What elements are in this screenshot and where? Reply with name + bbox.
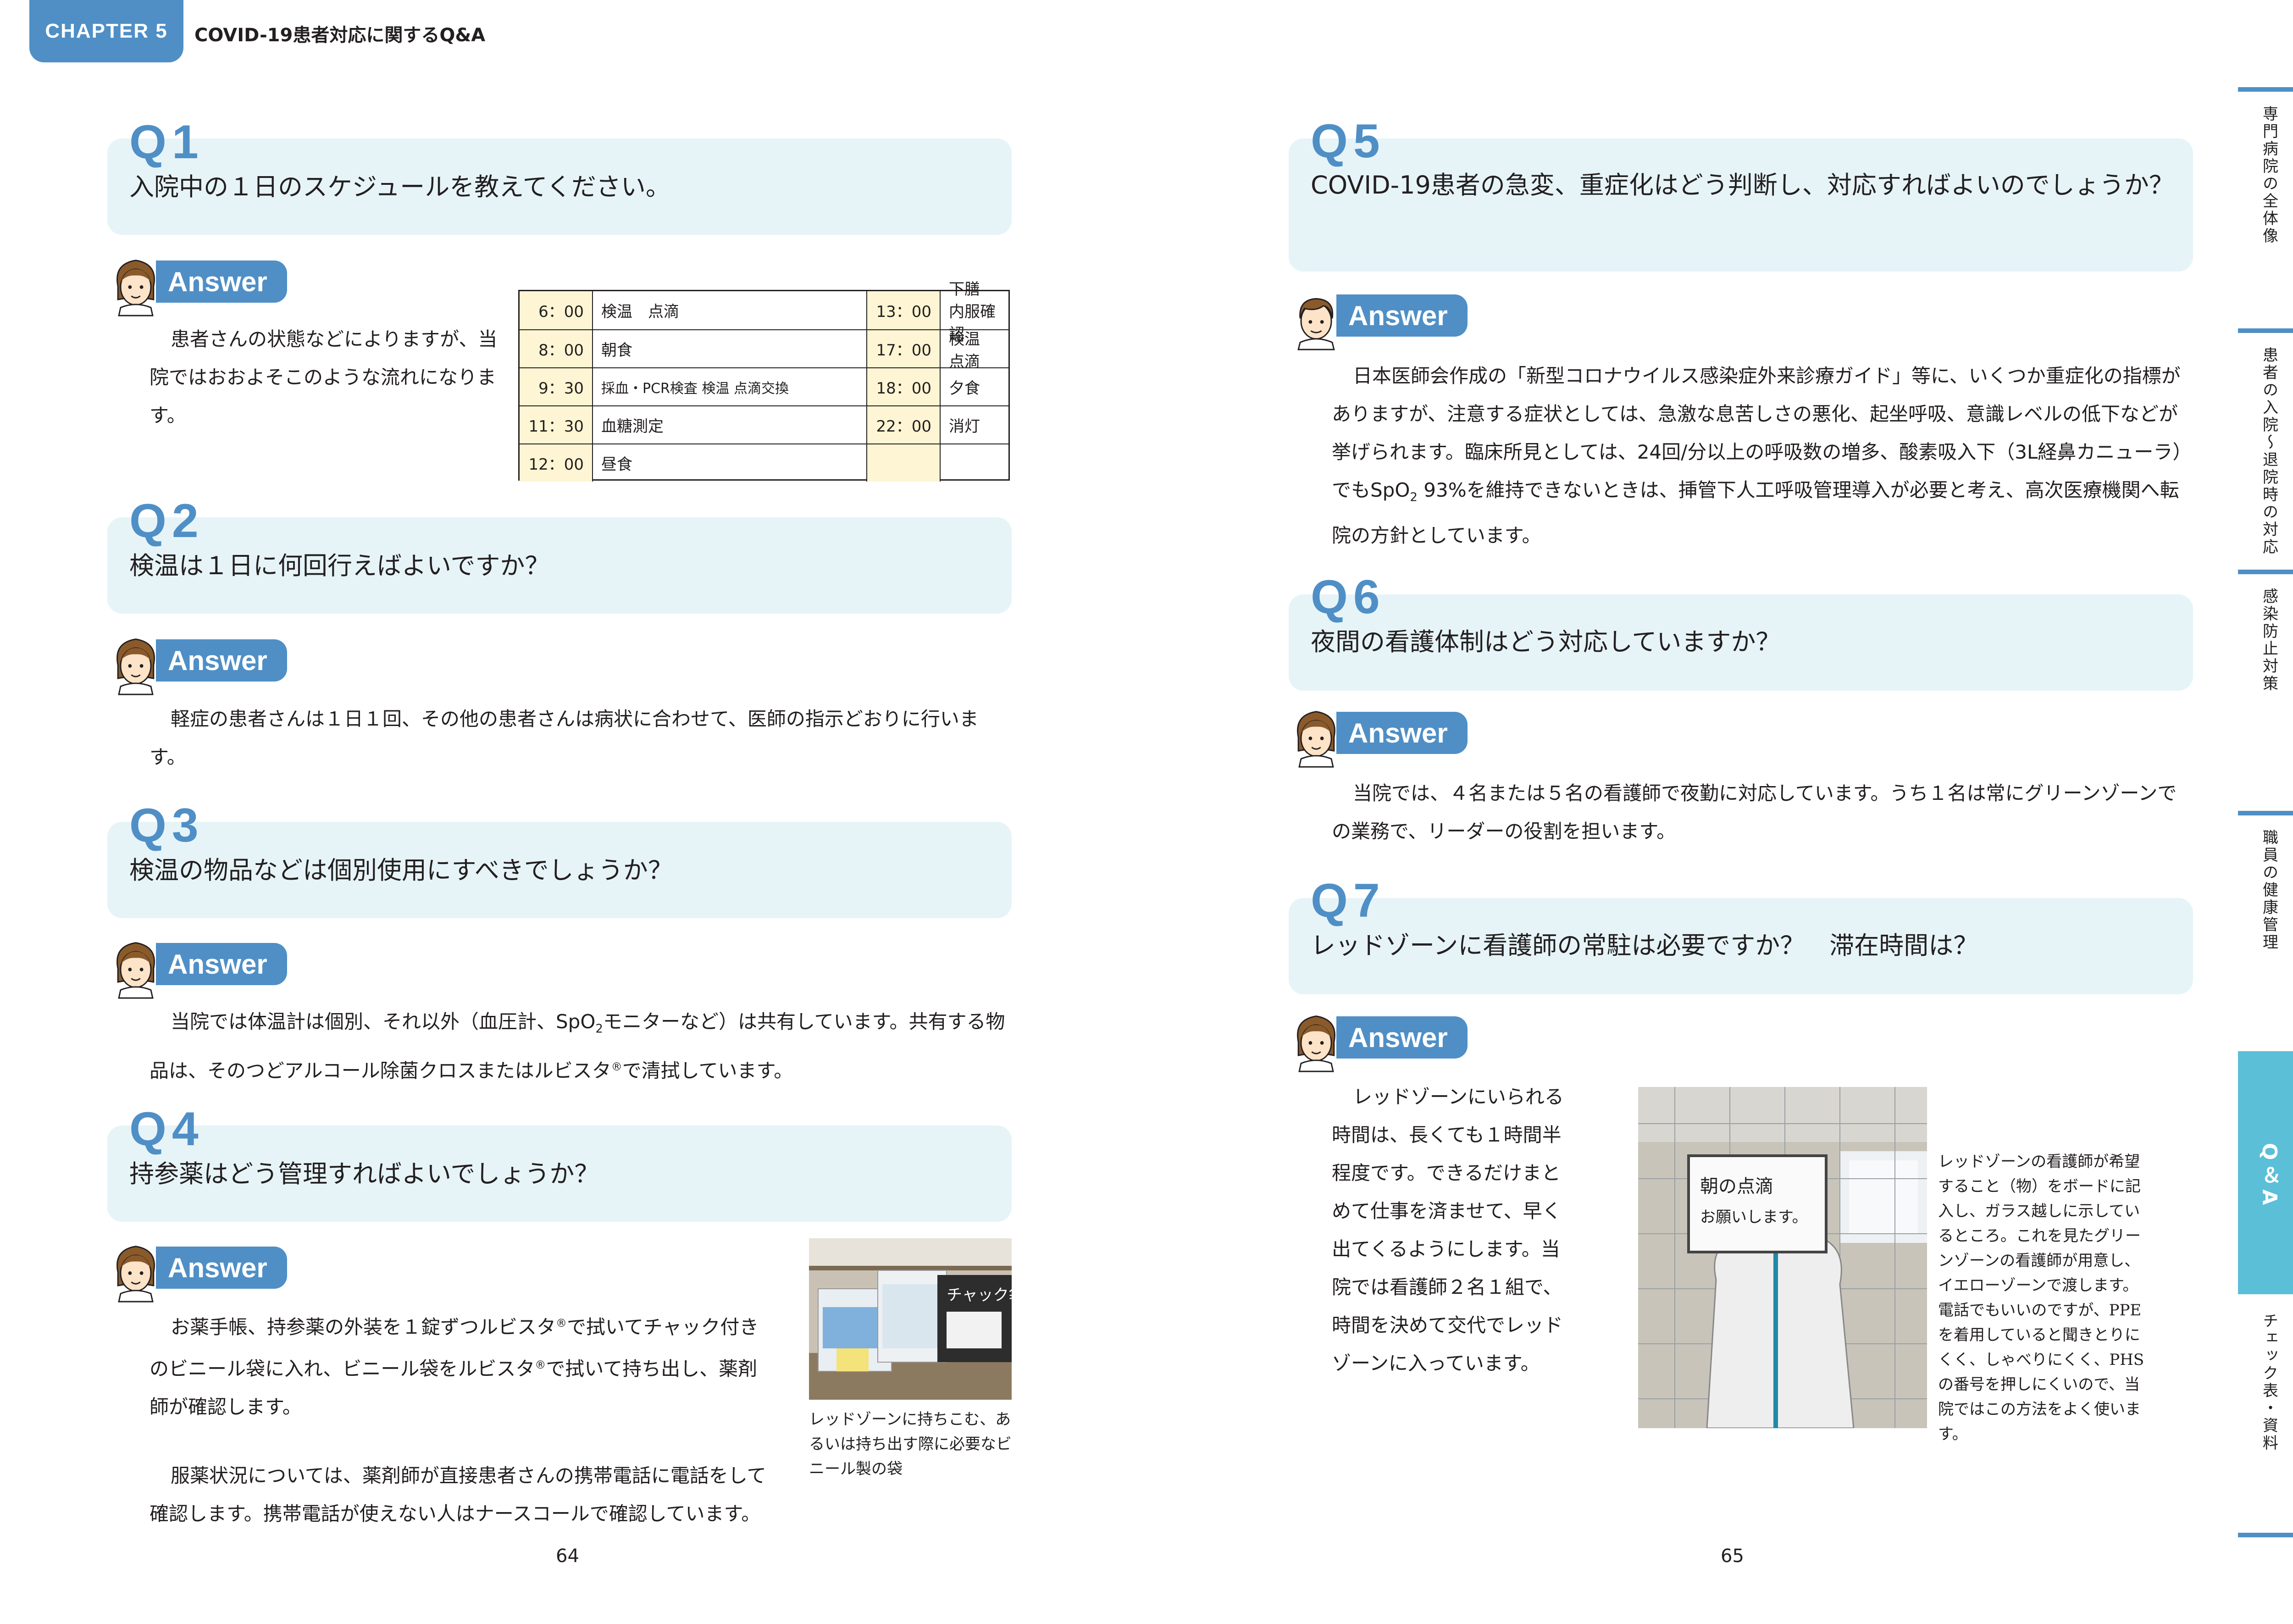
page-number-left: 64	[556, 1546, 579, 1567]
q5-question: COVID-19患者の急変、重症化はどう判断し、対応すればよいのでしょうか？	[1311, 171, 2174, 200]
q3-answer-text: 当院では体温計は個別、それ以外（血圧計、SpO2モニターなど）は共有しています。…	[150, 1010, 1005, 1082]
svg-text:お願いします。: お願いします。	[1700, 1208, 1808, 1226]
schedule-activity: 血糖測定	[593, 406, 867, 443]
side-index-item[interactable]: 職員の健康管理	[2238, 811, 2293, 1049]
schedule-table: 6：00 検温 点滴 13：00 下膳 内服確認 8：00 朝食 17：00 検…	[518, 280, 1010, 482]
q3-number: Q3	[129, 799, 204, 852]
answer-badge: Answer	[1336, 294, 1468, 337]
answer-badge: Answer	[156, 943, 287, 985]
schedule-activity: 下膳 内服確認	[949, 280, 996, 344]
side-index-label: 専門病院の全体像	[2260, 105, 2278, 245]
q1-question: 入院中の１日のスケジュールを教えてください。	[129, 172, 670, 201]
schedule-activity: 検温 点滴	[949, 330, 996, 371]
answer-badge: Answer	[1336, 1016, 1468, 1059]
schedule-row: 9：30 採血・PCR検査 検温 点滴交換 18：00 夕食	[520, 367, 1008, 405]
schedule-row: 6：00 検温 点滴 13：00 下膳 内服確認	[520, 280, 1008, 344]
nurse-avatar-icon	[116, 260, 155, 316]
chapter-tab: CHAPTER 5	[29, 0, 183, 62]
q5-number: Q5	[1311, 115, 1385, 168]
q1-answer-text: 患者さんの状態などによりますが、当院ではおおよそこのような流れになります。	[150, 328, 498, 427]
side-index-item[interactable]: 専門病院の全体像	[2238, 87, 2293, 326]
side-index-item[interactable]: チェック表・資料	[2238, 1294, 2293, 1537]
side-index-label: 職員の健康管理	[2260, 829, 2278, 951]
q3-question: 検温の物品などは個別使用にすべきでしょうか？	[129, 856, 673, 885]
q7-number: Q7	[1311, 874, 1385, 927]
answer-badge: Answer	[156, 1247, 287, 1289]
vinyl-bag-caption: レッドゾーンに持ちこむ、あるいは持ち出す際に必要なビニール製の袋	[809, 1410, 1012, 1478]
schedule-time: 12：00	[520, 444, 593, 482]
nurse-avatar-icon	[1297, 711, 1335, 768]
q5-answer-text: 日本医師会作成の「新型コロナウイルス感染症外来診療ガイド」等に、いくつか重症化の…	[1332, 365, 2192, 547]
side-index-item-active[interactable]: Q＆A	[2238, 1051, 2293, 1294]
nurse-avatar-icon	[116, 638, 155, 695]
nurse-avatar-icon	[116, 1246, 155, 1303]
answer-badge: Answer	[156, 261, 287, 303]
schedule-row: 11：30 血糖測定 22：00 消灯	[520, 405, 1008, 443]
vinyl-bag-photo: チャック袋	[809, 1238, 1012, 1400]
svg-text:チャック袋: チャック袋	[947, 1286, 1012, 1304]
side-index-label: 患者の入院〜退院時の対応	[2260, 347, 2278, 556]
schedule-activity: 消灯	[949, 417, 980, 436]
schedule-row: 8：00 朝食 17：00 検温 点滴	[520, 329, 1008, 371]
q6-answer-text: 当院では、４名または５名の看護師で夜勤に対応しています。うち１名は常にグリーンゾ…	[1332, 782, 2177, 842]
nurse-avatar-icon	[1297, 1015, 1335, 1072]
svg-text:朝の点滴: 朝の点滴	[1700, 1176, 1773, 1197]
schedule-time: 18：00	[867, 368, 941, 405]
schedule-activity	[941, 444, 1008, 482]
answer-badge: Answer	[1336, 712, 1468, 754]
side-index-label: 感染防止対策	[2260, 588, 2278, 693]
page-number-right: 65	[1721, 1546, 1744, 1567]
side-index-item[interactable]: 患者の入院〜退院時の対応	[2238, 328, 2293, 567]
schedule-activity: 夕食	[949, 379, 980, 398]
schedule-activity: 採血・PCR検査 検温 点滴交換	[593, 368, 867, 405]
schedule-time	[867, 444, 941, 482]
schedule-row: 12：00 昼食	[520, 443, 1008, 482]
red-zone-board-photo: 朝の点滴 お願いします。	[1638, 1087, 1927, 1428]
q2-answer-text: 軽症の患者さんは１日１回、その他の患者さんは病状に合わせて、医師の指示どおりに行…	[150, 708, 979, 768]
nurse-avatar-icon	[116, 942, 155, 999]
schedule-time: 22：00	[867, 406, 941, 443]
q4-number: Q4	[129, 1103, 204, 1156]
red-zone-board-caption: レッドゾーンの看護師が希望すること（物）をボードに記入し、ガラス越しに示している…	[1938, 1153, 2144, 1443]
q2-number: Q2	[129, 494, 204, 548]
schedule-time: 17：00	[867, 330, 941, 367]
q2-question: 検温は１日に何回行えばよいですか？	[129, 551, 550, 580]
q4-question: 持参薬はどう管理すればよいでしょうか？	[129, 1159, 599, 1188]
chapter-title: COVID-19患者対応に関するQ&A	[194, 25, 486, 46]
schedule-activity: 昼食	[593, 444, 867, 482]
schedule-time: 11：30	[520, 406, 593, 443]
side-index-label: Q＆A	[2258, 1143, 2281, 1210]
doctor-avatar-icon	[1297, 298, 1335, 350]
schedule-time: 13：00	[867, 291, 941, 329]
q7-question: レッドゾーンに看護師の常駐は必要ですか？ 滞在時間は？	[1311, 931, 1978, 960]
q7-answer-text: レッドゾーンにいられる時間は、長くても１時間半程度です。できるだけまとめて仕事を…	[1332, 1086, 1564, 1375]
q6-number: Q6	[1311, 571, 1385, 624]
side-index-item[interactable]: 感染防止対策	[2238, 570, 2293, 808]
answer-badge: Answer	[156, 639, 287, 682]
schedule-time: 9：30	[520, 368, 593, 405]
q1-number: Q1	[129, 116, 204, 169]
q6-question: 夜間の看護体制はどう対応していますか？	[1311, 627, 1781, 656]
q4-answer-text: お薬手帳、持参薬の外装を１錠ずつルビスタ®で拭いてチャック付きのビニール袋に入れ…	[150, 1316, 759, 1418]
schedule-activity: 検温 点滴	[593, 291, 867, 329]
side-index-label: チェック表・資料	[2260, 1313, 2278, 1452]
q4-answer-text-2: 服薬状況については、薬剤師が直接患者さんの携帯電話に電話をして確認します。携帯電…	[150, 1464, 766, 1525]
schedule-activity: 朝食	[593, 330, 867, 367]
schedule-time: 6：00	[520, 291, 593, 329]
schedule-time: 8：00	[520, 330, 593, 367]
